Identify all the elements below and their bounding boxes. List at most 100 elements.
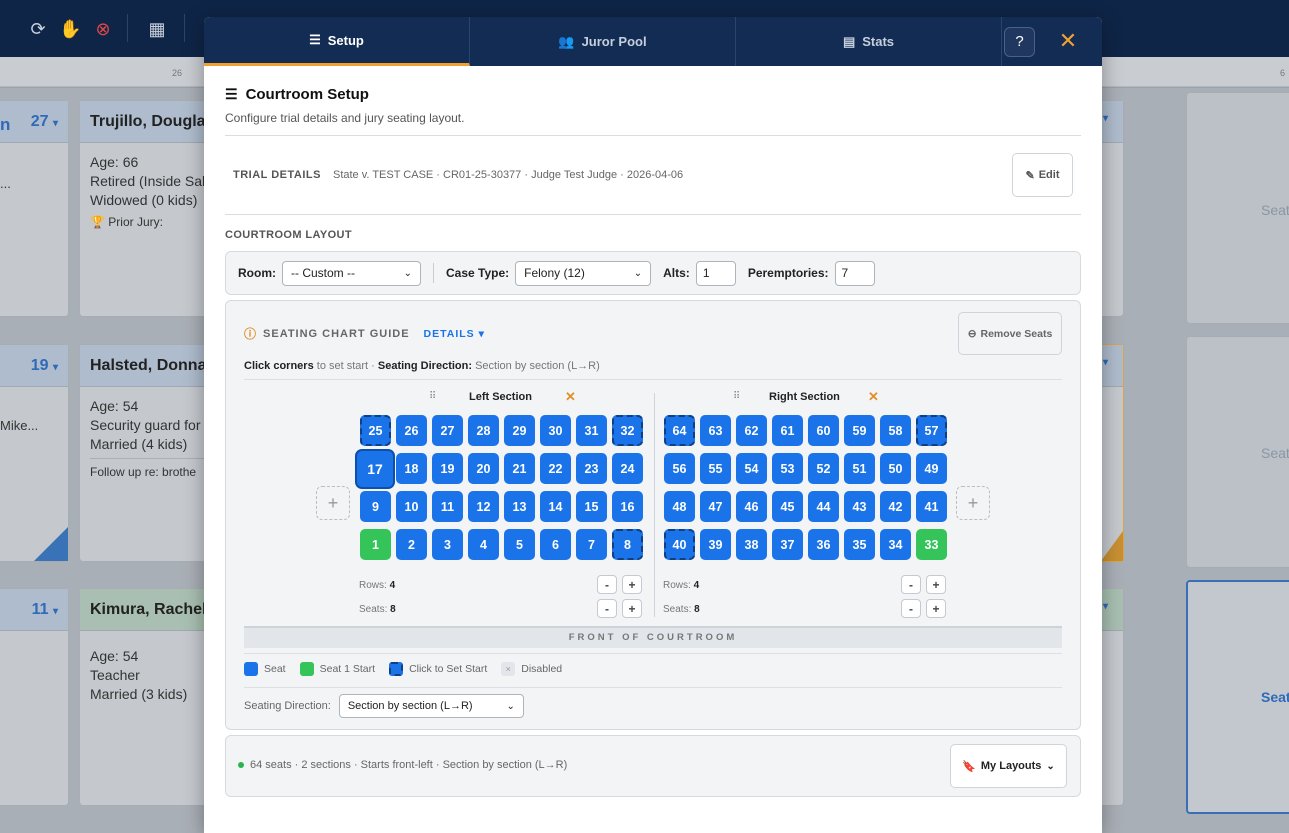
seat-10[interactable]: 10 [396, 491, 427, 522]
peremptories-input[interactable]: 7 [834, 260, 875, 286]
seat-21[interactable]: 21 [504, 453, 535, 484]
rows-increment-button[interactable]: + [926, 575, 946, 594]
seat-3[interactable]: 3 [432, 529, 463, 560]
seat-7[interactable]: 7 [576, 529, 607, 560]
seat-1[interactable]: 1 [360, 529, 391, 560]
seat-34[interactable]: 34 [880, 529, 911, 560]
seat-17[interactable]: 17 [357, 451, 393, 487]
details-toggle[interactable]: DETAILS ▾ [424, 328, 485, 340]
seat-12[interactable]: 12 [468, 491, 499, 522]
seat-11[interactable]: 11 [432, 491, 463, 522]
case-type-select[interactable]: Felony (12) ⌄ [515, 260, 652, 286]
seat-5[interactable]: 5 [504, 529, 535, 560]
seats-decrement-button[interactable]: - [901, 599, 921, 618]
seat-2[interactable]: 2 [396, 529, 427, 560]
seat-40[interactable]: 40 [664, 529, 695, 560]
tab-stats[interactable]: ▤ Stats [736, 17, 1002, 66]
seat-48[interactable]: 48 [664, 491, 695, 522]
seat-24[interactable]: 24 [612, 453, 643, 484]
tab-juror-pool[interactable]: 👥 Juror Pool [470, 17, 736, 66]
cancel-icon[interactable]: ⊗ [92, 18, 114, 40]
seat-29[interactable]: 29 [504, 415, 535, 446]
edit-button[interactable]: ✎ Edit [1012, 153, 1073, 197]
juror-card[interactable]: Trujillo, Douglas Age: 66 Retired (Insid… [79, 100, 219, 317]
juror-card[interactable]: Kimura, Rachel Age: 54 Teacher Married (… [79, 588, 219, 806]
rows-decrement-button[interactable]: - [901, 575, 921, 594]
seat-49[interactable]: 49 [916, 453, 947, 484]
bg-seat-card[interactable]: 19 ▾ [0, 344, 69, 562]
seat-16[interactable]: 16 [612, 491, 643, 522]
seat-4[interactable]: 4 [468, 529, 499, 560]
grid-icon[interactable]: ▦ [146, 18, 168, 40]
seats-increment-button[interactable]: + [622, 599, 642, 618]
seat-63[interactable]: 63 [700, 415, 731, 446]
seat-15[interactable]: 15 [576, 491, 607, 522]
rows-increment-button[interactable]: + [622, 575, 642, 594]
seat-9[interactable]: 9 [360, 491, 391, 522]
add-section-right-button[interactable]: + [956, 486, 990, 520]
seat-51[interactable]: 51 [844, 453, 875, 484]
seat-59[interactable]: 59 [844, 415, 875, 446]
seat-19[interactable]: 19 [432, 453, 463, 484]
seat-13[interactable]: 13 [504, 491, 535, 522]
seat-43[interactable]: 43 [844, 491, 875, 522]
seat-28[interactable]: 28 [468, 415, 499, 446]
seat-42[interactable]: 42 [880, 491, 911, 522]
remove-section-button[interactable]: ✕ [565, 389, 576, 405]
seat-36[interactable]: 36 [808, 529, 839, 560]
seat-39[interactable]: 39 [700, 529, 731, 560]
seat-32[interactable]: 32 [612, 415, 643, 446]
tab-setup[interactable]: ☰ Setup [204, 17, 470, 66]
alts-input[interactable]: 1 [695, 260, 736, 286]
seat-23[interactable]: 23 [576, 453, 607, 484]
seat-50[interactable]: 50 [880, 453, 911, 484]
seat-46[interactable]: 46 [736, 491, 767, 522]
drag-handle-icon[interactable]: ⠿ [733, 391, 740, 402]
seat-45[interactable]: 45 [772, 491, 803, 522]
seat-52[interactable]: 52 [808, 453, 839, 484]
seat-64[interactable]: 64 [664, 415, 695, 446]
drag-handle-icon[interactable]: ⠿ [429, 391, 436, 402]
seat-38[interactable]: 38 [736, 529, 767, 560]
juror-card[interactable]: Halsted, Donna Age: 54 Security guard fo… [79, 344, 219, 562]
refresh-icon[interactable]: ⟳ [27, 18, 49, 40]
seat-61[interactable]: 61 [772, 415, 803, 446]
remove-seats-button[interactable]: ⊖ Remove Seats [958, 312, 1062, 355]
remove-section-button[interactable]: ✕ [868, 389, 879, 405]
seat-14[interactable]: 14 [540, 491, 571, 522]
seat-31[interactable]: 31 [576, 415, 607, 446]
seat-56[interactable]: 56 [664, 453, 695, 484]
seat-37[interactable]: 37 [772, 529, 803, 560]
seat-60[interactable]: 60 [808, 415, 839, 446]
seat-18[interactable]: 18 [396, 453, 427, 484]
my-layouts-button[interactable]: 🔖 My Layouts ⌄ [950, 744, 1067, 788]
seat-57[interactable]: 57 [916, 415, 947, 446]
close-button[interactable]: ✕ [1056, 28, 1080, 54]
seats-decrement-button[interactable]: - [597, 599, 617, 618]
seat-47[interactable]: 47 [700, 491, 731, 522]
bg-seat-card[interactable]: 11 ▾ [0, 588, 69, 806]
seat-30[interactable]: 30 [540, 415, 571, 446]
seat-27[interactable]: 27 [432, 415, 463, 446]
seats-increment-button[interactable]: + [926, 599, 946, 618]
room-select[interactable]: -- Custom -- ⌄ [282, 260, 421, 286]
seat-58[interactable]: 58 [880, 415, 911, 446]
seat-20[interactable]: 20 [468, 453, 499, 484]
help-button[interactable]: ? [1004, 27, 1035, 57]
seat-55[interactable]: 55 [700, 453, 731, 484]
add-section-left-button[interactable]: + [316, 486, 350, 520]
seat-54[interactable]: 54 [736, 453, 767, 484]
seat-6[interactable]: 6 [540, 529, 571, 560]
seat-62[interactable]: 62 [736, 415, 767, 446]
seat-35[interactable]: 35 [844, 529, 875, 560]
seat-53[interactable]: 53 [772, 453, 803, 484]
seat-26[interactable]: 26 [396, 415, 427, 446]
seating-direction-select[interactable]: Section by section (L→R) ⌄ [338, 694, 524, 718]
seat-8[interactable]: 8 [612, 529, 643, 560]
rows-decrement-button[interactable]: - [597, 575, 617, 594]
seat-22[interactable]: 22 [540, 453, 571, 484]
seat-44[interactable]: 44 [808, 491, 839, 522]
seat-25[interactable]: 25 [360, 415, 391, 446]
hand-icon[interactable]: ✋ [59, 18, 81, 40]
seat-33[interactable]: 33 [916, 529, 947, 560]
